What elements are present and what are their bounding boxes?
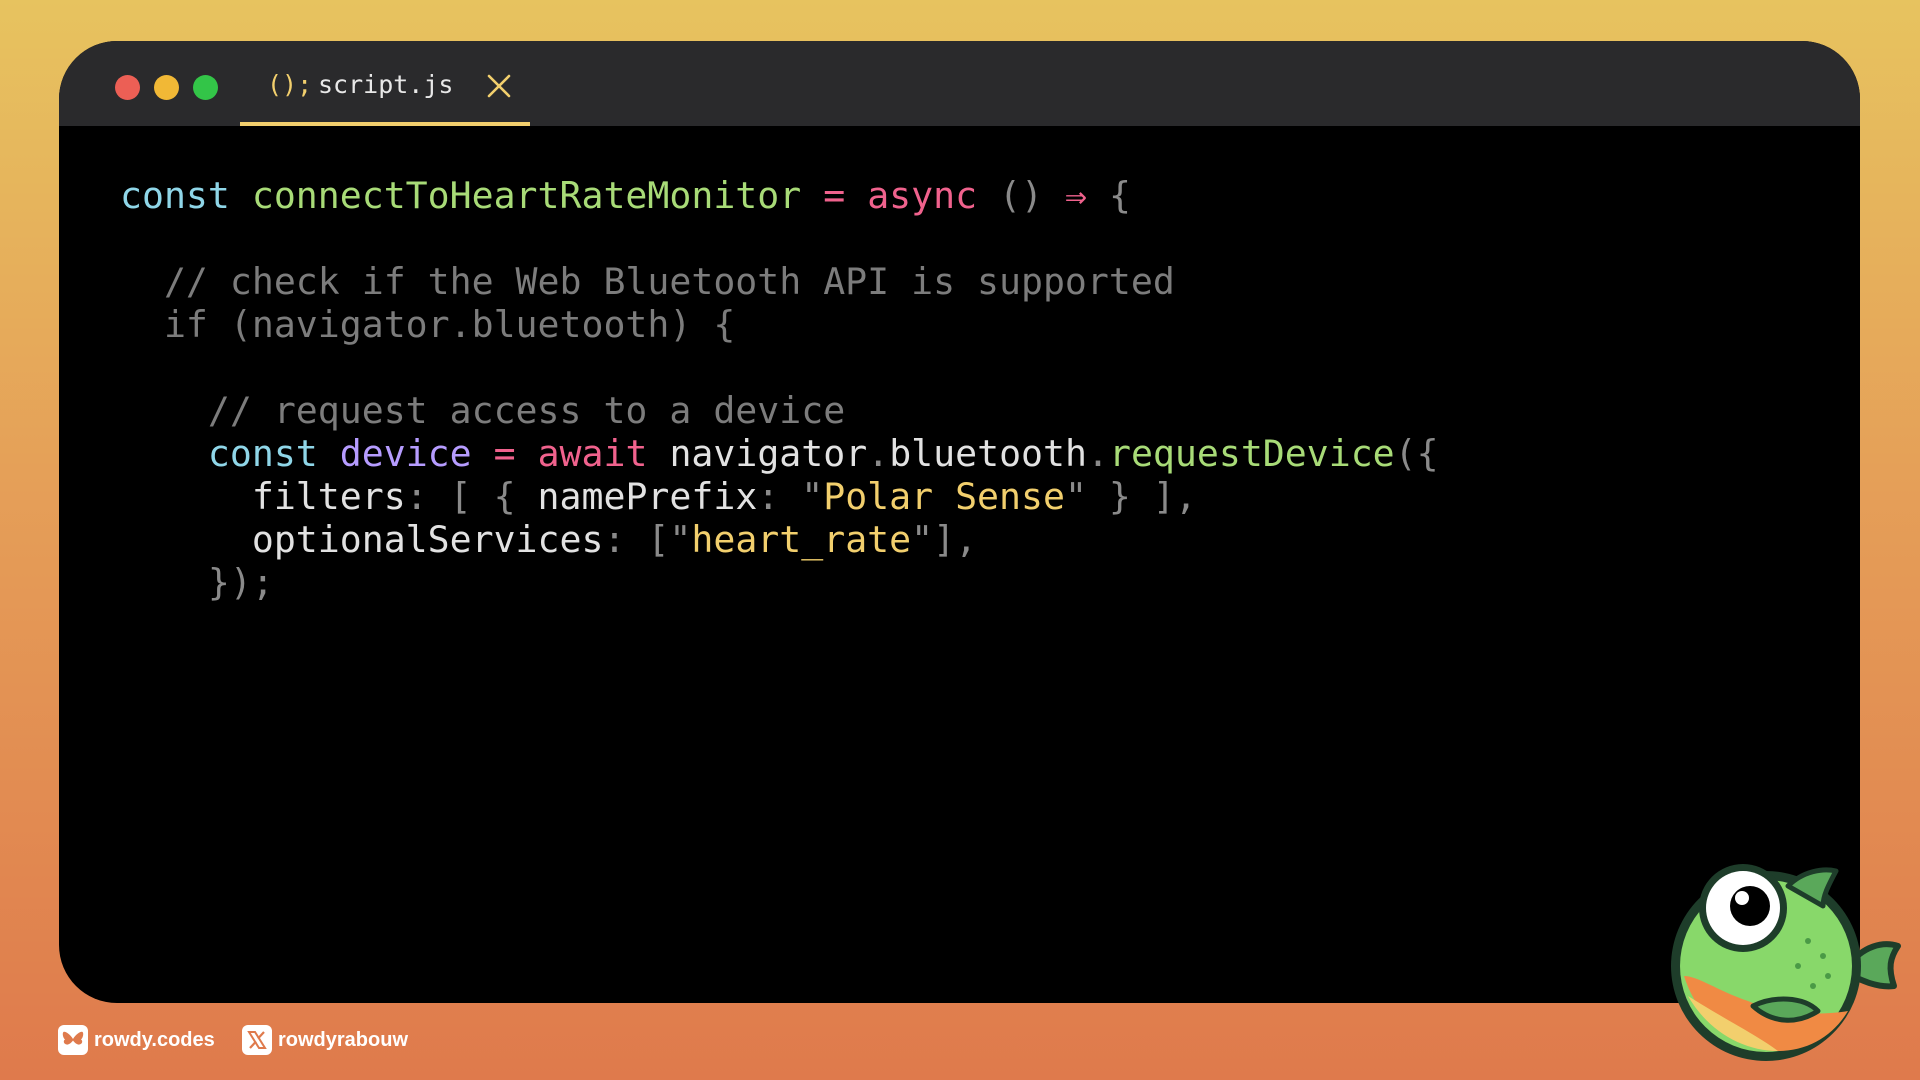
code-line: // check if the Web Bluetooth API is sup… [120, 260, 1439, 303]
code-token: optionalServices [251, 518, 604, 561]
code-token: ⇒ [1064, 174, 1087, 217]
code-token: "], [911, 518, 978, 561]
code-token: namePrefix [537, 475, 758, 518]
js-file-icon: (); [267, 70, 313, 99]
fish-mascot-icon [1671, 864, 1901, 1061]
code-token: // check if the Web Bluetooth API is sup… [163, 260, 1175, 303]
code-line: const device = await navigator.bluetooth… [120, 432, 1439, 475]
code-token: await [537, 432, 648, 475]
code-token: bluetooth [889, 432, 1087, 475]
code-token: async [867, 174, 978, 217]
code-token: = [493, 432, 516, 475]
close-icon[interactable] [485, 72, 513, 100]
code-token: heart_rate [691, 518, 912, 561]
code-token: if (navigator.bluetooth) { [163, 303, 736, 346]
code-line: // request access to a device [120, 389, 1439, 432]
code-token: () [999, 174, 1043, 217]
code-token: // request access to a device [207, 389, 846, 432]
maximize-window-button[interactable] [193, 75, 218, 100]
butterfly-icon [58, 1025, 88, 1055]
x-handle: rowdyrabouw [278, 1028, 409, 1051]
code-token: ({ [1394, 432, 1439, 475]
tab-script-js[interactable]: (); script.js [240, 41, 530, 126]
close-window-button[interactable] [115, 75, 140, 100]
code-line: if (navigator.bluetooth) { [120, 303, 1439, 346]
title-bar: (); script.js [59, 41, 1860, 126]
x-link[interactable]: rowdyrabouw [242, 1025, 408, 1055]
code-token: . [1086, 432, 1109, 475]
code-line: const connectToHeartRateMonitor = async … [120, 174, 1439, 217]
code-token: filters [251, 475, 406, 518]
code-line: optionalServices: ["heart_rate"], [120, 518, 1439, 561]
editor-window: (); script.js const connectToHeartRateMo… [59, 41, 1860, 1003]
code-token: device [339, 432, 472, 475]
code-token: navigator [669, 432, 868, 475]
code-line: filters: [ { namePrefix: "Polar Sense" }… [120, 475, 1439, 518]
code-token: = [823, 174, 846, 217]
x-logo-icon [242, 1025, 272, 1055]
code-token: connectToHeartRateMonitor [251, 174, 802, 217]
code-token: { [1108, 174, 1131, 217]
code-token: : " [757, 475, 824, 518]
code-token: const [207, 432, 318, 475]
code-token: }); [207, 561, 274, 604]
code-token: requestDevice [1108, 432, 1395, 475]
code-token: const [120, 174, 230, 217]
bluesky-handle: rowdy.codes [94, 1028, 215, 1051]
code-token: : [" [603, 518, 692, 561]
code-token: . [867, 432, 890, 475]
tab-label: script.js [318, 70, 454, 99]
code-token: : [ { [405, 475, 538, 518]
code-line: }); [120, 561, 1439, 604]
code-token: " } ], [1064, 475, 1197, 518]
bluesky-link[interactable]: rowdy.codes [58, 1025, 215, 1055]
code-editor[interactable]: const connectToHeartRateMonitor = async … [120, 174, 1439, 604]
minimize-window-button[interactable] [154, 75, 179, 100]
code-token: Polar Sense [823, 475, 1065, 518]
